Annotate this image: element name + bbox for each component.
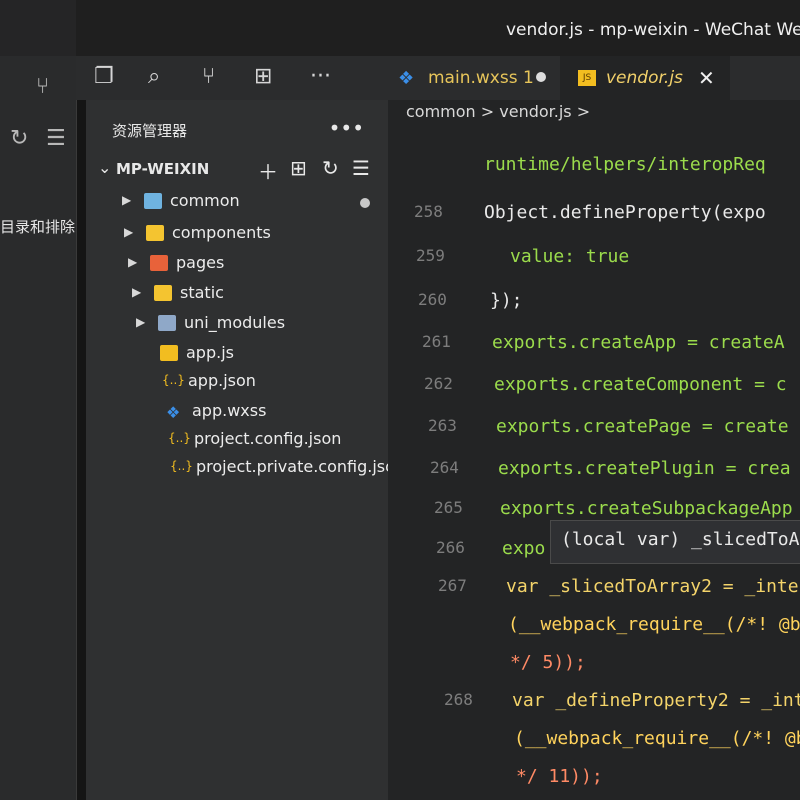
left-panel-text: 目录和排除 [0, 218, 76, 236]
code-line: */ 11)); [516, 766, 603, 787]
code-line: exports.createPage = create [496, 416, 789, 437]
css-file-icon: ❖ [398, 68, 415, 89]
source-control-icon[interactable]: ⑂ [36, 74, 49, 99]
search-icon[interactable]: ⌕ [148, 64, 160, 89]
code-line: exports.createComponent = c [494, 374, 787, 395]
line-number: 267 [438, 576, 467, 595]
line-number: 262 [424, 374, 453, 393]
tree-item-label: static [180, 283, 224, 302]
tab-vendor-js[interactable]: JS vendor.js ✕ [560, 56, 730, 100]
line-number: 261 [422, 332, 451, 351]
modified-dot [360, 198, 370, 208]
tree-item-label: app.js [186, 343, 234, 362]
tree-item-label: uni_modules [184, 313, 286, 332]
hover-text: (local var) _slicedToA [561, 529, 800, 550]
components-folder-icon [146, 225, 164, 241]
extensions-icon[interactable]: ⊞ [254, 64, 272, 89]
window-title: vendor.js - mp-weixin - WeChat Web D [506, 20, 800, 40]
tree-item-label: app.wxss [192, 401, 267, 420]
breadcrumb[interactable]: common > vendor.js > [406, 102, 590, 121]
folder-icon [158, 315, 176, 331]
code-line: var _slicedToArray2 = _inte [506, 576, 799, 597]
code-line: exports.createSubpackageApp [500, 498, 793, 519]
chevron-right-icon: ▶ [128, 255, 138, 269]
code-line: Object.defineProperty(expo [484, 202, 766, 223]
js-file-icon [160, 345, 178, 361]
tree-item-label: components [172, 223, 271, 242]
tab-label: vendor.js [606, 68, 683, 88]
tree-item-label: project.config.json [194, 429, 342, 448]
source-control-icon[interactable]: ⑂ [202, 64, 215, 89]
new-file-icon[interactable]: ＋ [258, 156, 278, 185]
pages-folder-icon [150, 255, 168, 271]
collapse-all-icon[interactable]: ☰ [352, 156, 370, 180]
code-line: exports.createPlugin = crea [498, 458, 791, 479]
code-line: }); [490, 290, 523, 311]
css-file-icon: ❖ [166, 403, 181, 422]
explorer-title: 资源管理器 [112, 122, 188, 140]
code-line: runtime/helpers/interopReq [484, 154, 766, 175]
hover-tooltip: (local var) _slicedToA [550, 520, 800, 564]
workspace-section-header[interactable]: ⌄ MP-WEIXIN ＋ ⊞ ↻ ☰ [86, 156, 388, 184]
tree-item-common[interactable]: ▶ common [122, 190, 388, 216]
code-area[interactable]: runtime/helpers/interopReq 258 Object.de… [388, 140, 800, 800]
workspace-name: MP-WEIXIN [116, 160, 210, 178]
more-icon[interactable]: ··· [310, 64, 331, 89]
code-line: (__webpack_require__(/*! @b [514, 728, 800, 749]
line-number: 264 [430, 458, 459, 477]
code-line: exports.createApp = createA [492, 332, 785, 353]
chevron-right-icon: ▶ [136, 315, 146, 329]
tree-item-label: common [170, 191, 240, 210]
js-file-icon: JS [578, 70, 596, 86]
line-number: 265 [434, 498, 463, 517]
editor-tabbar: ❖ main.wxss 1 JS vendor.js ✕ [388, 56, 800, 100]
chevron-right-icon: ▶ [122, 193, 132, 207]
line-number: 263 [428, 416, 457, 435]
list-icon[interactable]: ☰ [46, 126, 66, 151]
folder-icon [144, 193, 162, 209]
tree-item-label: project.private.config.json [196, 457, 406, 476]
left-window: ⑂ ↻ ☰ 目录和排除 [0, 0, 77, 800]
json-file-icon: {..} [170, 459, 193, 473]
files-icon[interactable]: ❐ [94, 64, 114, 89]
window-titlebar: vendor.js - mp-weixin - WeChat Web D [76, 0, 800, 56]
explorer-more-button[interactable]: ••• [329, 116, 364, 140]
line-number: 266 [436, 538, 465, 557]
tab-label: main.wxss 1 [428, 68, 534, 88]
explorer-sidebar: 资源管理器 ••• ⌄ MP-WEIXIN ＋ ⊞ ↻ ☰ ▶ common ▶… [86, 100, 405, 800]
refresh-icon[interactable]: ↻ [10, 126, 28, 151]
refresh-icon[interactable]: ↻ [322, 156, 339, 180]
tab-main-wxss[interactable]: ❖ main.wxss 1 [388, 56, 560, 100]
code-line-text: Object.defineProperty(expo [484, 202, 766, 223]
chevron-down-icon: ⌄ [98, 158, 112, 177]
tree-item-label: pages [176, 253, 225, 272]
code-line: */ 5)); [510, 652, 586, 673]
json-file-icon: {..} [162, 373, 185, 387]
line-number: 268 [444, 690, 473, 709]
code-line-text: value: true [510, 246, 630, 267]
close-icon[interactable]: ✕ [698, 66, 715, 90]
folder-icon [154, 285, 172, 301]
code-line: var _defineProperty2 = _int [512, 690, 800, 711]
tree-item-label: app.json [188, 371, 256, 390]
chevron-right-icon: ▶ [124, 225, 134, 239]
code-line: expo [502, 538, 546, 559]
line-number: 258 [414, 202, 443, 221]
new-folder-icon[interactable]: ⊞ [290, 156, 307, 180]
line-number: 259 [416, 246, 445, 265]
code-line: (__webpack_require__(/*! @b [508, 614, 800, 635]
line-number: 260 [418, 290, 447, 309]
json-file-icon: {..} [168, 431, 191, 445]
left-window-titlebar [0, 0, 76, 56]
chevron-right-icon: ▶ [132, 285, 142, 299]
code-line: value: true [510, 246, 629, 267]
modified-dot [536, 72, 546, 82]
